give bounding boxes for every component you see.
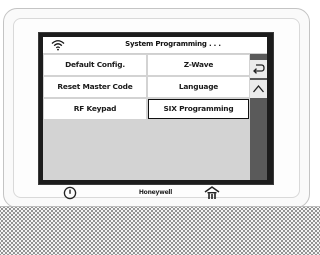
chevron-up-icon [253,84,264,93]
speaker-grille [0,207,320,255]
status-bar: System Programming . . . [43,37,267,54]
device-button-bar: Honeywell [38,185,272,203]
nav-sidebar [250,54,267,180]
menu-grid: Default Config. Z-Wave Reset Master Code… [43,54,250,180]
menu-item-rf-keypad[interactable]: RF Keypad [44,99,146,119]
brand-logo: Honeywell [138,189,173,196]
menu-item-language[interactable]: Language [148,77,249,97]
menu-item-default-config[interactable]: Default Config. [44,55,146,75]
home-icon[interactable] [204,186,220,200]
menu-item-six-programming[interactable]: SIX Programming [148,99,249,119]
back-arrow-icon [253,64,265,74]
scroll-up-button[interactable] [250,80,267,98]
screen-title: System Programming . . . [125,40,221,48]
touch-screen: System Programming . . . Default Config.… [38,32,274,185]
power-icon[interactable] [63,186,77,200]
menu-item-z-wave[interactable]: Z-Wave [148,55,249,75]
menu-item-reset-master-code[interactable]: Reset Master Code [44,77,146,97]
wifi-icon [51,39,65,51]
back-button[interactable] [250,60,267,78]
security-panel-device: System Programming . . . Default Config.… [0,0,320,255]
